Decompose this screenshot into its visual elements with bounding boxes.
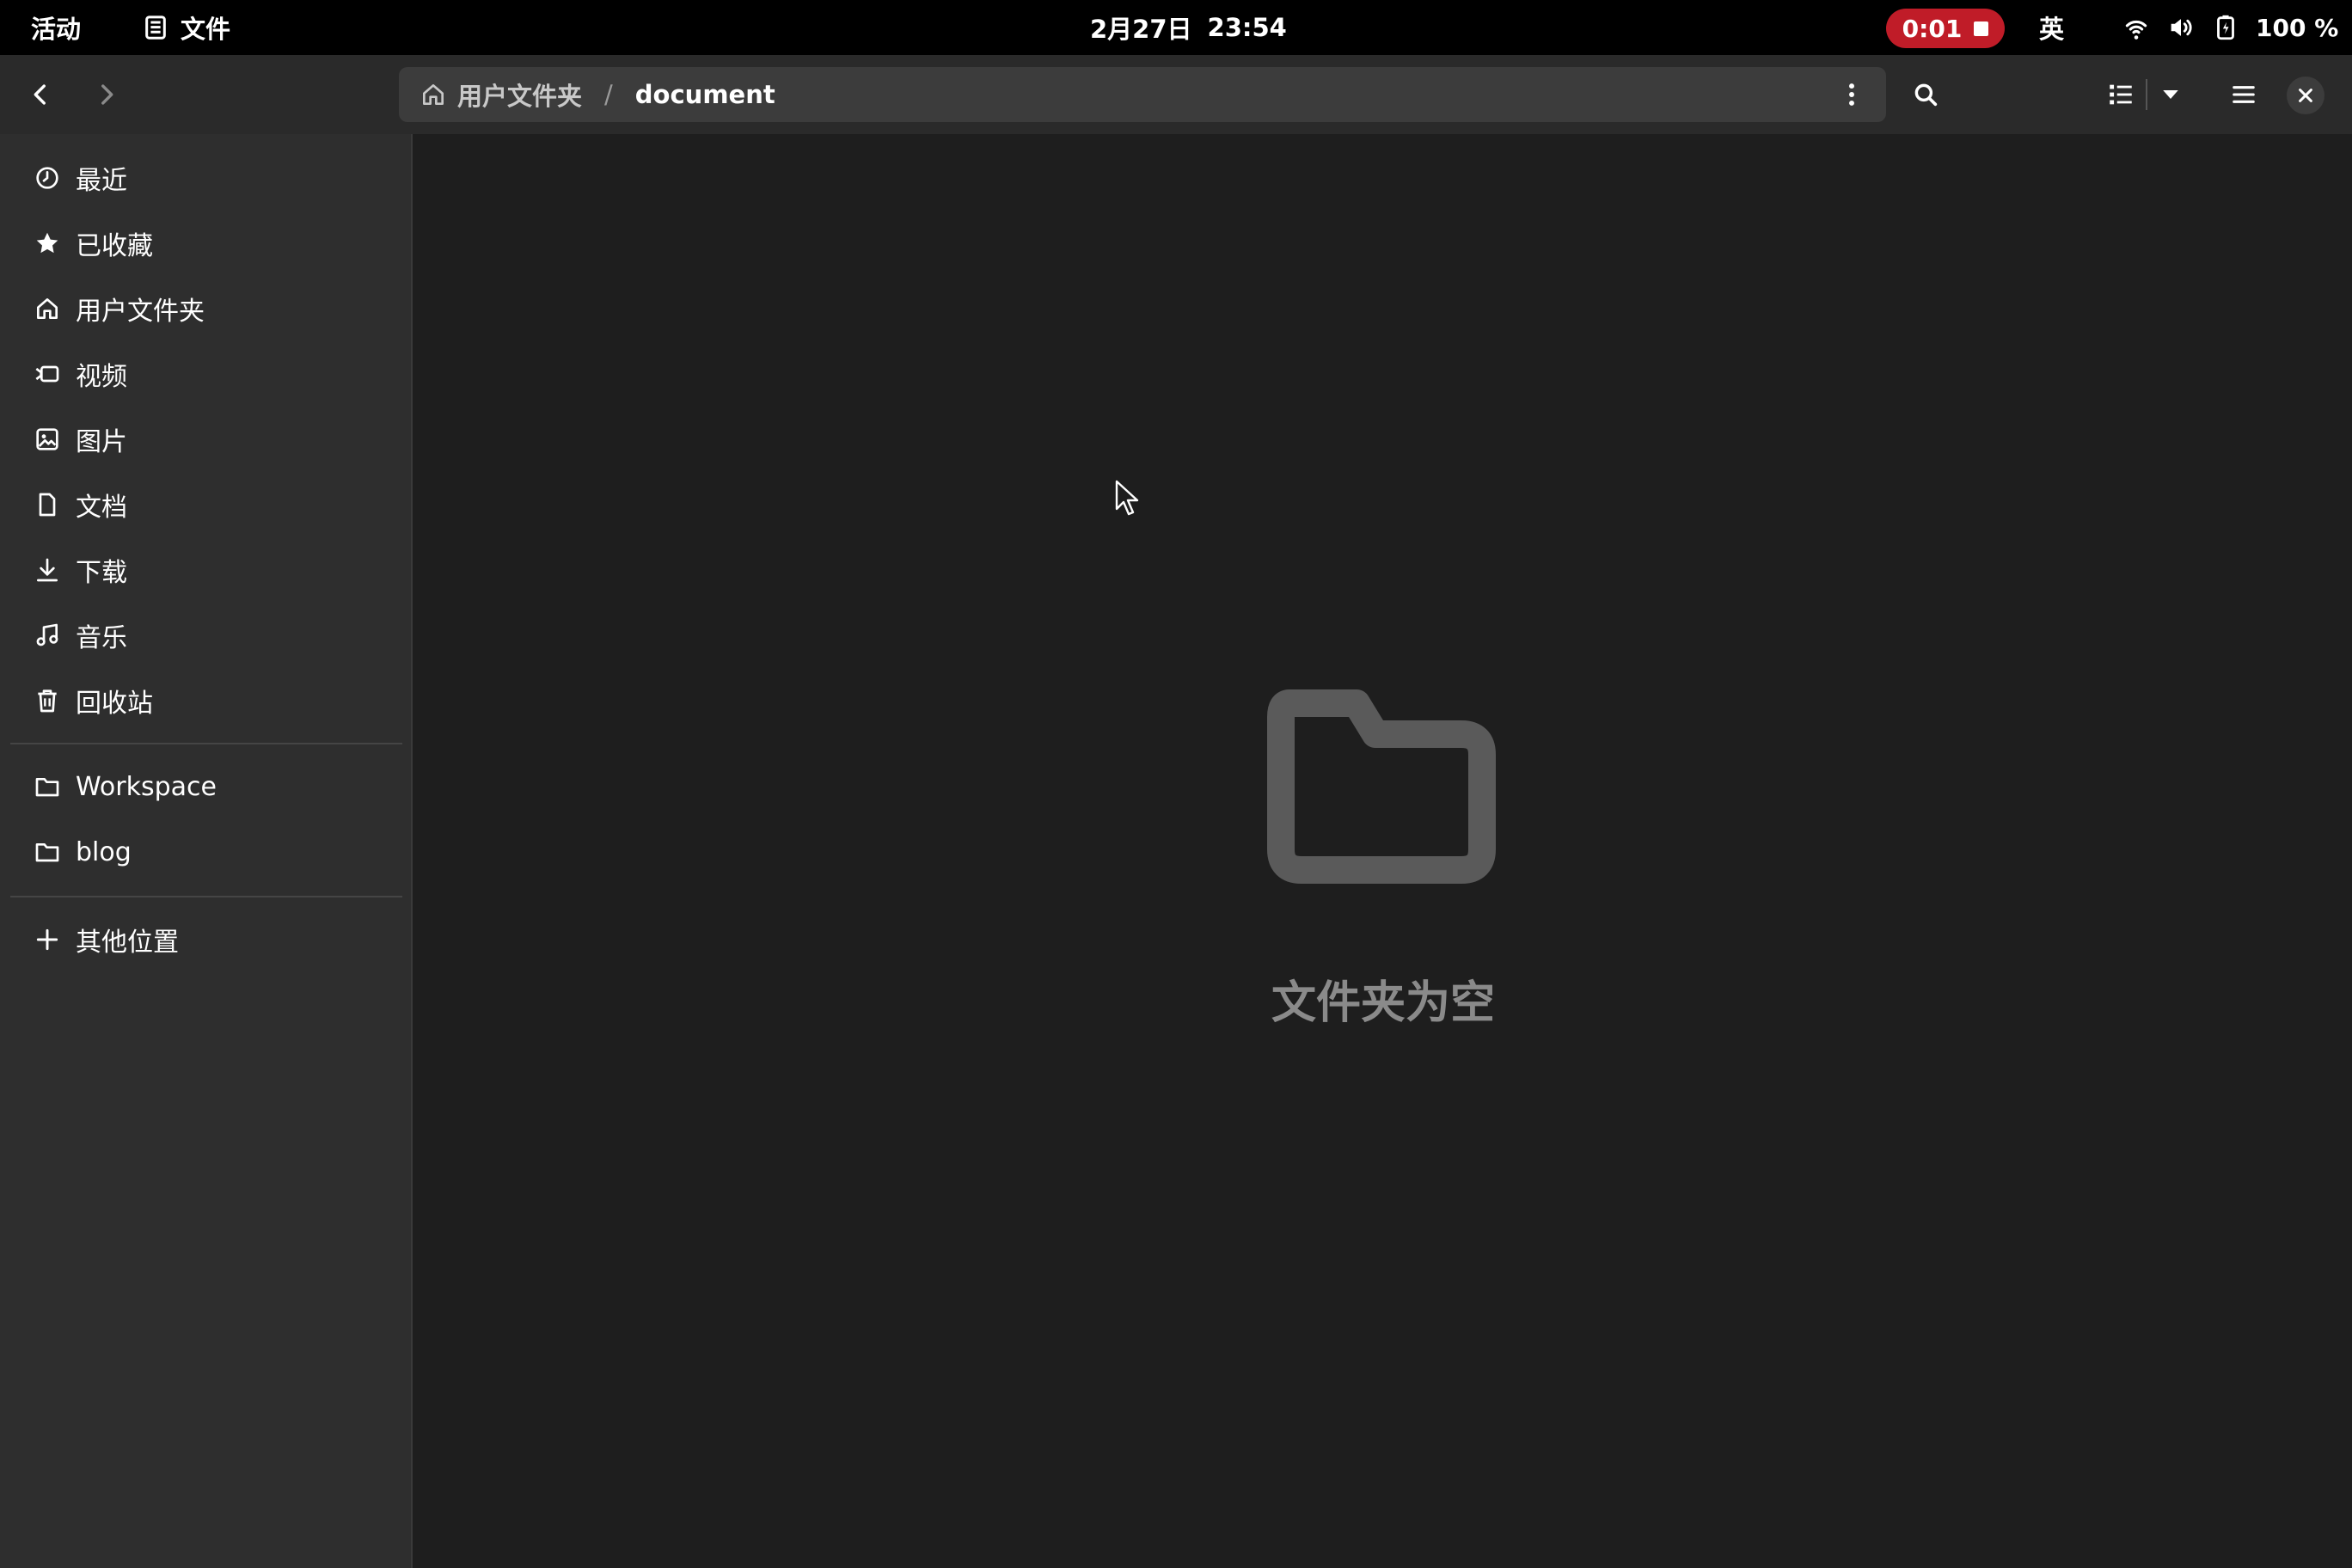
document-icon — [33, 490, 62, 519]
battery-percentage: 100 % — [2256, 13, 2339, 42]
sidebar-item-label: 回收站 — [76, 689, 153, 719]
sidebar-item-recent[interactable]: 最近 — [10, 150, 402, 206]
battery-icon — [2217, 15, 2234, 40]
sidebar-item-pictures[interactable]: 图片 — [10, 411, 402, 468]
star-icon — [33, 229, 62, 258]
split-divider — [2146, 79, 2147, 110]
stop-icon — [1974, 21, 1989, 36]
mouse-cursor-icon — [1115, 480, 1139, 516]
sidebar-item-music[interactable]: 音乐 — [10, 607, 402, 664]
image-icon — [33, 425, 62, 454]
clock[interactable]: 2月27日 23:54 — [1090, 0, 1287, 55]
sidebar-item-documents[interactable]: 文档 — [10, 476, 402, 533]
folder-icon — [33, 837, 62, 867]
sidebar-item-label: 图片 — [76, 427, 127, 457]
breadcrumb-home[interactable]: 用户文件夹 — [420, 77, 582, 113]
clock-time: 23:54 — [1207, 13, 1287, 42]
system-status-menu[interactable]: 100 % — [2122, 0, 2338, 55]
dropdown-arrow-icon[interactable] — [2158, 82, 2184, 107]
empty-folder-icon — [1267, 689, 1496, 884]
home-icon — [33, 294, 62, 323]
sidebar-item-starred[interactable]: 已收藏 — [10, 215, 402, 272]
breadcrumb-home-label: 用户文件夹 — [457, 82, 583, 111]
sidebar-bookmark-blog[interactable]: blog — [10, 824, 402, 880]
main-menu-button[interactable] — [2218, 69, 2269, 120]
sidebar-item-videos[interactable]: 视频 — [10, 346, 402, 402]
search-icon — [1914, 83, 1938, 107]
sidebar-item-label: Workspace — [76, 771, 217, 802]
sidebar-item-label: 文档 — [76, 493, 127, 523]
header-bar: 用户文件夹 / document — [0, 55, 2352, 134]
sidebar-item-label: 用户文件夹 — [76, 297, 205, 327]
sidebar-item-label: 其他位置 — [76, 928, 179, 958]
sidebar-item-label: 已收藏 — [76, 231, 153, 261]
home-icon — [423, 84, 444, 105]
back-button[interactable] — [15, 69, 66, 120]
folder-menu-button[interactable] — [1829, 72, 1874, 117]
search-button[interactable] — [1900, 69, 1951, 120]
breadcrumb-current[interactable]: document — [635, 80, 775, 109]
trash-icon — [33, 686, 62, 715]
files-app-icon — [145, 15, 166, 40]
activities-button[interactable]: 活动 — [31, 0, 81, 55]
sidebar-separator — [10, 896, 402, 897]
download-icon — [33, 555, 62, 585]
window-close-button[interactable] — [2287, 77, 2324, 114]
vertical-dots-icon — [1849, 83, 1854, 106]
app-menu[interactable]: 文件 — [143, 0, 230, 55]
hamburger-icon — [2233, 86, 2255, 103]
empty-folder-label: 文件夹为空 — [1271, 977, 1495, 1029]
app-name: 文件 — [181, 15, 231, 44]
list-view-icon[interactable] — [2106, 80, 2135, 109]
music-icon — [33, 621, 62, 650]
volume-icon — [2171, 19, 2192, 36]
recording-time: 0:01 — [1902, 14, 1963, 43]
sidebar-separator — [10, 743, 402, 744]
video-icon — [33, 359, 62, 389]
input-method-indicator[interactable]: 英 — [2039, 0, 2064, 55]
plus-icon — [33, 925, 62, 954]
close-icon — [2299, 89, 2312, 102]
folder-icon — [33, 772, 62, 801]
sidebar-item-trash[interactable]: 回收站 — [10, 672, 402, 729]
view-mode-split-button[interactable] — [2106, 69, 2201, 120]
sidebar-item-home[interactable]: 用户文件夹 — [10, 280, 402, 337]
clock-date: 2月27日 — [1090, 15, 1192, 44]
sidebar-item-downloads[interactable]: 下载 — [10, 542, 402, 598]
path-bar[interactable]: 用户文件夹 / document — [399, 67, 1886, 122]
breadcrumb-separator: / — [604, 80, 613, 109]
sidebar-item-other-locations[interactable]: 其他位置 — [10, 911, 402, 968]
sidebar-item-label: 音乐 — [76, 623, 127, 653]
forward-button[interactable] — [81, 69, 132, 120]
sidebar-item-label: blog — [76, 836, 132, 867]
recent-icon — [33, 163, 62, 193]
sidebar-item-label: 视频 — [76, 362, 127, 392]
chevron-right-icon — [101, 84, 113, 105]
sidebar-bookmark-workspace[interactable]: Workspace — [10, 758, 402, 815]
sidebar-item-label: 最近 — [76, 166, 127, 196]
top-bar: 活动 文件 2月27日 23:54 0:01 英 100 % — [0, 0, 2352, 55]
screen-recording-indicator[interactable]: 0:01 — [1886, 9, 2005, 48]
sidebar-item-label: 下载 — [76, 558, 127, 588]
file-view[interactable]: 文件夹为空 — [414, 134, 2352, 1568]
wifi-icon — [2125, 20, 2147, 40]
sidebar: 最近 已收藏 用户文件夹 视频 图片 文档 下载 音乐 回收站 Workspac… — [0, 134, 413, 1568]
chevron-left-icon — [34, 84, 46, 105]
